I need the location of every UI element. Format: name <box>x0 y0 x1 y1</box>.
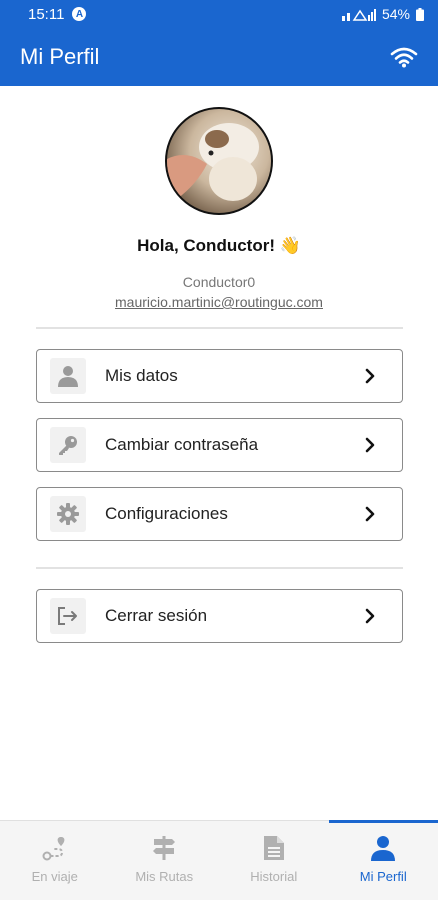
signpost-icon <box>153 836 176 860</box>
chevron-right-icon <box>365 437 375 453</box>
document-icon <box>263 836 284 860</box>
tab-mis-rutas[interactable]: Mis Rutas <box>110 821 220 900</box>
menu-item-label: Configuraciones <box>105 504 228 523</box>
cerrar-sesion-button[interactable]: Cerrar sesión <box>36 589 403 643</box>
person-icon <box>50 358 86 394</box>
status-bar: 15:11 A 54% <box>0 0 438 28</box>
greeting-text: Hola, Conductor! 👋 <box>137 236 301 255</box>
app-bar: Mi Perfil <box>0 28 438 86</box>
logout-icon <box>50 598 86 634</box>
tab-mi-perfil[interactable]: Mi Perfil <box>328 820 438 900</box>
tab-label: Mi Perfil <box>359 869 407 884</box>
chevron-right-icon <box>365 608 375 624</box>
page-title: Mi Perfil <box>20 44 100 69</box>
key-icon <box>50 427 86 463</box>
menu-item-label: Cerrar sesión <box>105 606 208 625</box>
cambiar-contrasena-button[interactable]: Cambiar contraseña <box>36 418 403 472</box>
tab-label: En viaje <box>31 869 78 884</box>
tab-label: Mis Rutas <box>135 869 194 884</box>
menu-item-label: Mis datos <box>105 366 178 385</box>
divider <box>36 327 403 329</box>
status-time: 15:11 <box>28 5 65 23</box>
tab-en-viaje[interactable]: En viaje <box>0 821 110 900</box>
wifi-icon[interactable] <box>390 46 418 68</box>
username: Conductor0 <box>182 274 256 290</box>
status-icons: 54% <box>341 6 424 22</box>
signal-icon <box>341 9 376 21</box>
bottom-navigation: En viaje Mis Rutas Historial Mi Perfil <box>0 820 438 900</box>
chevron-right-icon <box>365 368 375 384</box>
tab-historial[interactable]: Historial <box>219 821 329 900</box>
battery-icon <box>416 7 424 21</box>
person-icon <box>371 836 396 861</box>
avatar[interactable] <box>165 107 273 215</box>
chevron-right-icon <box>365 506 375 522</box>
gear-icon <box>50 496 86 532</box>
battery-percent: 54% <box>381 6 410 22</box>
avatar-photo <box>167 123 259 201</box>
divider <box>36 567 403 569</box>
mis-datos-button[interactable]: Mis datos <box>36 349 403 403</box>
menu-item-label: Cambiar contraseña <box>105 435 259 454</box>
route-icon <box>42 837 65 861</box>
navigation-app-icon: A <box>72 7 87 21</box>
tab-label: Historial <box>250 869 298 884</box>
email-link[interactable]: mauricio.martinic@routinguc.com <box>0 294 438 310</box>
configuraciones-button[interactable]: Configuraciones <box>36 487 403 541</box>
